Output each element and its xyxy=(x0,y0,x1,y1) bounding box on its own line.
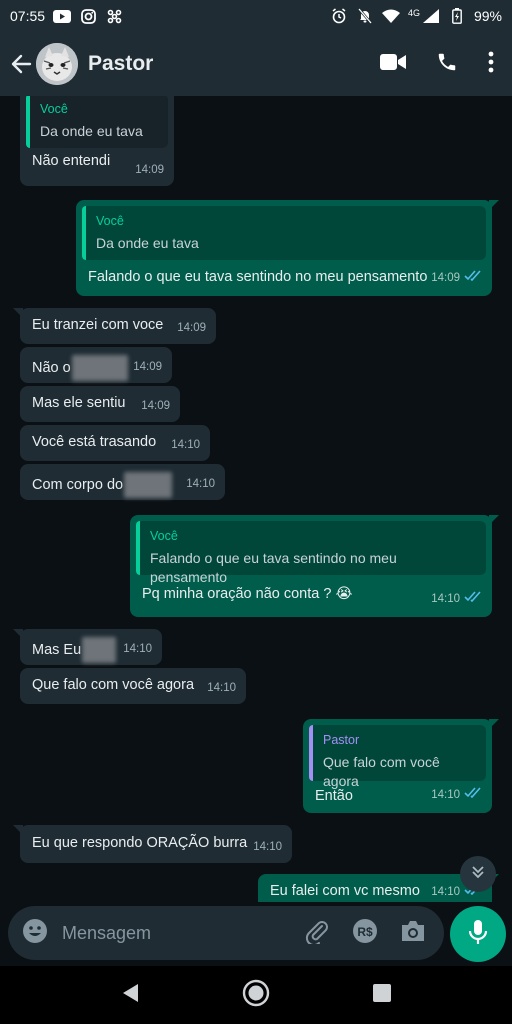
wifi-icon xyxy=(381,8,400,24)
message-text: Não entendi xyxy=(32,153,111,169)
app-icon xyxy=(105,8,123,24)
input-bar: R$ xyxy=(0,902,512,966)
message-outgoing[interactable]: Eu falei com vc mesmo 14:10 xyxy=(258,874,499,902)
quote-text: Falando o que eu tava sentindo no meu pe… xyxy=(150,550,397,585)
network-type: 4G xyxy=(407,8,420,18)
message-time: 14:10 xyxy=(431,593,460,605)
message-incoming[interactable]: Eu tranzei com voce 14:09 xyxy=(13,308,216,344)
quoted-message[interactable]: Você Da onde eu tava xyxy=(26,96,168,148)
read-receipt-icon xyxy=(464,786,482,805)
message-meta: 14:10 xyxy=(431,786,482,805)
message-input[interactable] xyxy=(60,917,304,949)
message-incoming[interactable]: Mas Eu 14:10 xyxy=(13,629,162,665)
message-text: Você está trasando xyxy=(32,434,157,450)
read-receipt-icon xyxy=(464,590,482,609)
message-incoming[interactable]: Com corpo do 14:10 xyxy=(20,464,225,500)
message-incoming[interactable]: Eu que respondo ORAÇÃO burra 14:10 xyxy=(13,825,292,863)
message-text: Pq minha oração não conta ? 😭 xyxy=(142,586,353,602)
system-navigation-bar xyxy=(0,966,512,1024)
quote-author: Você xyxy=(150,529,178,543)
message-time: 14:09 xyxy=(177,322,206,334)
message-text: Eu que respondo ORAÇÃO burra xyxy=(32,835,248,851)
payment-icon[interactable]: R$ xyxy=(352,918,378,949)
message-time: 14:09 xyxy=(141,400,170,412)
quote-author: Pastor xyxy=(323,733,360,747)
status-bar: 07:55 4G 99% xyxy=(0,0,512,32)
message-composer: R$ xyxy=(8,906,444,960)
message-time: 14:09 xyxy=(431,272,460,284)
back-nav-icon[interactable] xyxy=(121,983,139,1008)
message-outgoing[interactable]: Você Da onde eu tava Falando o que eu ta… xyxy=(76,200,499,296)
quoted-message[interactable]: Pastor Que falo com você agora xyxy=(309,725,486,789)
message-incoming[interactable]: Você Da onde eu tava Não entendi 14:09 xyxy=(20,96,174,186)
emoji-icon[interactable] xyxy=(22,918,48,949)
signal-icon xyxy=(422,8,440,24)
video-call-icon[interactable] xyxy=(380,53,406,76)
blurred-content xyxy=(82,637,117,663)
voice-call-icon[interactable] xyxy=(436,51,458,78)
message-incoming[interactable]: Você está trasando 14:10 xyxy=(20,425,210,461)
scroll-to-bottom-button[interactable] xyxy=(460,856,496,892)
message-meta: 14:09 xyxy=(431,269,482,288)
message-text: Que falo com você agora xyxy=(32,677,195,693)
voice-message-button[interactable] xyxy=(450,906,506,962)
quoted-message[interactable]: Você Falando o que eu tava sentindo no m… xyxy=(136,521,486,585)
message-time: 14:10 xyxy=(186,478,215,490)
camera-icon[interactable] xyxy=(400,919,426,948)
message-outgoing[interactable]: Você Falando o que eu tava sentindo no m… xyxy=(130,515,499,617)
battery-icon xyxy=(448,8,466,24)
avatar[interactable] xyxy=(36,43,78,85)
message-time: 14:09 xyxy=(135,164,164,176)
message-time: 14:10 xyxy=(431,886,460,898)
microphone-icon xyxy=(468,919,488,950)
chat-header: Pastor xyxy=(0,32,512,96)
blurred-content xyxy=(71,355,128,381)
message-text: Mas Eu xyxy=(32,637,117,663)
message-text: Eu tranzei com voce xyxy=(32,317,164,333)
back-arrow-icon[interactable] xyxy=(8,51,34,77)
message-text: Falando o que eu tava sentindo no meu pe… xyxy=(88,269,428,285)
quote-author: Você xyxy=(96,214,124,228)
alarm-icon xyxy=(330,8,348,24)
youtube-icon xyxy=(53,8,72,24)
message-outgoing[interactable]: Pastor Que falo com você agora Então 14:… xyxy=(303,719,499,813)
message-text: Não o xyxy=(32,355,128,381)
status-time: 07:55 xyxy=(10,8,46,24)
quoted-message[interactable]: Você Da onde eu tava xyxy=(82,206,486,260)
blurred-content xyxy=(124,472,173,498)
quote-text: Da onde eu tava xyxy=(40,123,143,139)
read-receipt-icon xyxy=(464,269,482,288)
message-incoming[interactable]: Não o 14:09 xyxy=(20,347,172,383)
attach-icon[interactable] xyxy=(304,918,330,949)
contact-name[interactable]: Pastor xyxy=(88,52,380,76)
chat-area[interactable]: Você Da onde eu tava Não entendi 14:09 V… xyxy=(0,96,512,902)
battery-level: 99% xyxy=(473,8,502,24)
quote-text: Da onde eu tava xyxy=(96,235,199,251)
recents-nav-icon[interactable] xyxy=(372,983,391,1007)
message-incoming[interactable]: Que falo com você agora 14:10 xyxy=(20,668,246,704)
instagram-icon xyxy=(79,8,97,24)
message-time: 14:10 xyxy=(431,789,460,801)
home-nav-icon[interactable] xyxy=(242,979,270,1012)
message-text: Então xyxy=(315,788,353,804)
message-incoming[interactable]: Mas ele sentiu 14:09 xyxy=(20,386,180,422)
message-time: 14:10 xyxy=(123,643,152,655)
double-chevron-down-icon xyxy=(470,864,486,885)
message-time: 14:10 xyxy=(207,682,236,694)
quote-author: Você xyxy=(40,102,68,116)
svg-text:R$: R$ xyxy=(357,925,373,939)
message-time: 14:10 xyxy=(253,841,282,853)
mute-notifications-icon xyxy=(356,8,374,24)
more-options-icon[interactable] xyxy=(488,51,494,78)
message-time: 14:10 xyxy=(171,439,200,451)
message-time: 14:09 xyxy=(133,361,162,373)
message-text: Mas ele sentiu xyxy=(32,395,126,411)
message-text: Com corpo do xyxy=(32,472,173,498)
message-text: Eu falei com vc mesmo xyxy=(270,883,420,899)
message-meta: 14:10 xyxy=(431,590,482,609)
